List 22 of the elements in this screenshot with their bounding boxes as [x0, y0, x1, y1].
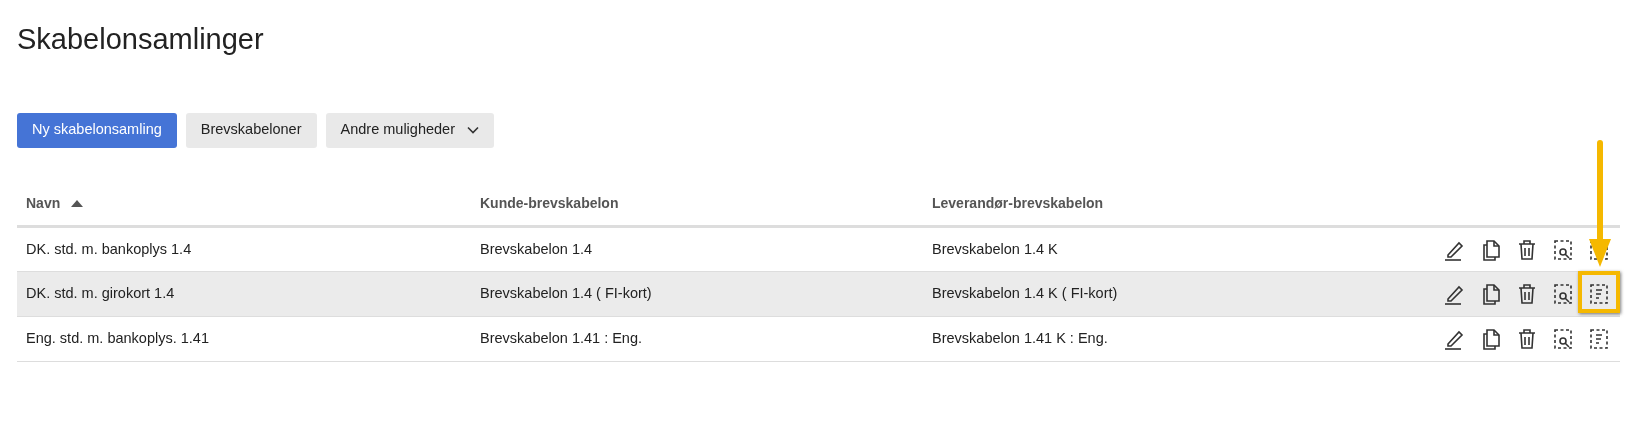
preview-icon[interactable]	[1551, 237, 1575, 262]
page-title: Skabelonsamlinger	[17, 22, 265, 57]
document-icon[interactable]	[1587, 327, 1611, 352]
document-icon[interactable]	[1587, 282, 1611, 307]
table-cell: Brevskabelon 1.4	[480, 240, 593, 257]
table-cell: DK. std. m. bankoplys 1.4	[26, 240, 192, 257]
table-cell: Brevskabelon 1.4 K ( FI-kort)	[932, 285, 1118, 302]
preview-icon[interactable]	[1551, 282, 1575, 307]
column-header[interactable]: Kunde-brevskabelon	[480, 194, 619, 211]
table-cell: Eng. std. m. bankoplys. 1.41	[26, 330, 209, 347]
table-cell: Brevskabelon 1.4 K	[932, 240, 1058, 257]
new-button[interactable]: Ny skabelonsamling	[17, 112, 177, 148]
table-cell: Brevskabelon 1.41 : Eng.	[480, 330, 643, 347]
column-header[interactable]: Leverandør-brevskabelon	[932, 194, 1104, 211]
table-cell: Brevskabelon 1.4 ( FI-kort)	[480, 285, 652, 302]
table-cell: Brevskabelon 1.41 K : Eng.	[932, 330, 1108, 347]
chevron-down-icon	[467, 126, 479, 135]
options-dropdown-button[interactable]: Andre muligheder	[325, 112, 494, 148]
templates-button[interactable]: Brevskabeloner	[185, 112, 317, 148]
column-header[interactable]: Navn	[26, 194, 61, 211]
table-cell: DK. std. m. girokort 1.4	[26, 285, 175, 302]
preview-icon[interactable]	[1551, 327, 1575, 352]
